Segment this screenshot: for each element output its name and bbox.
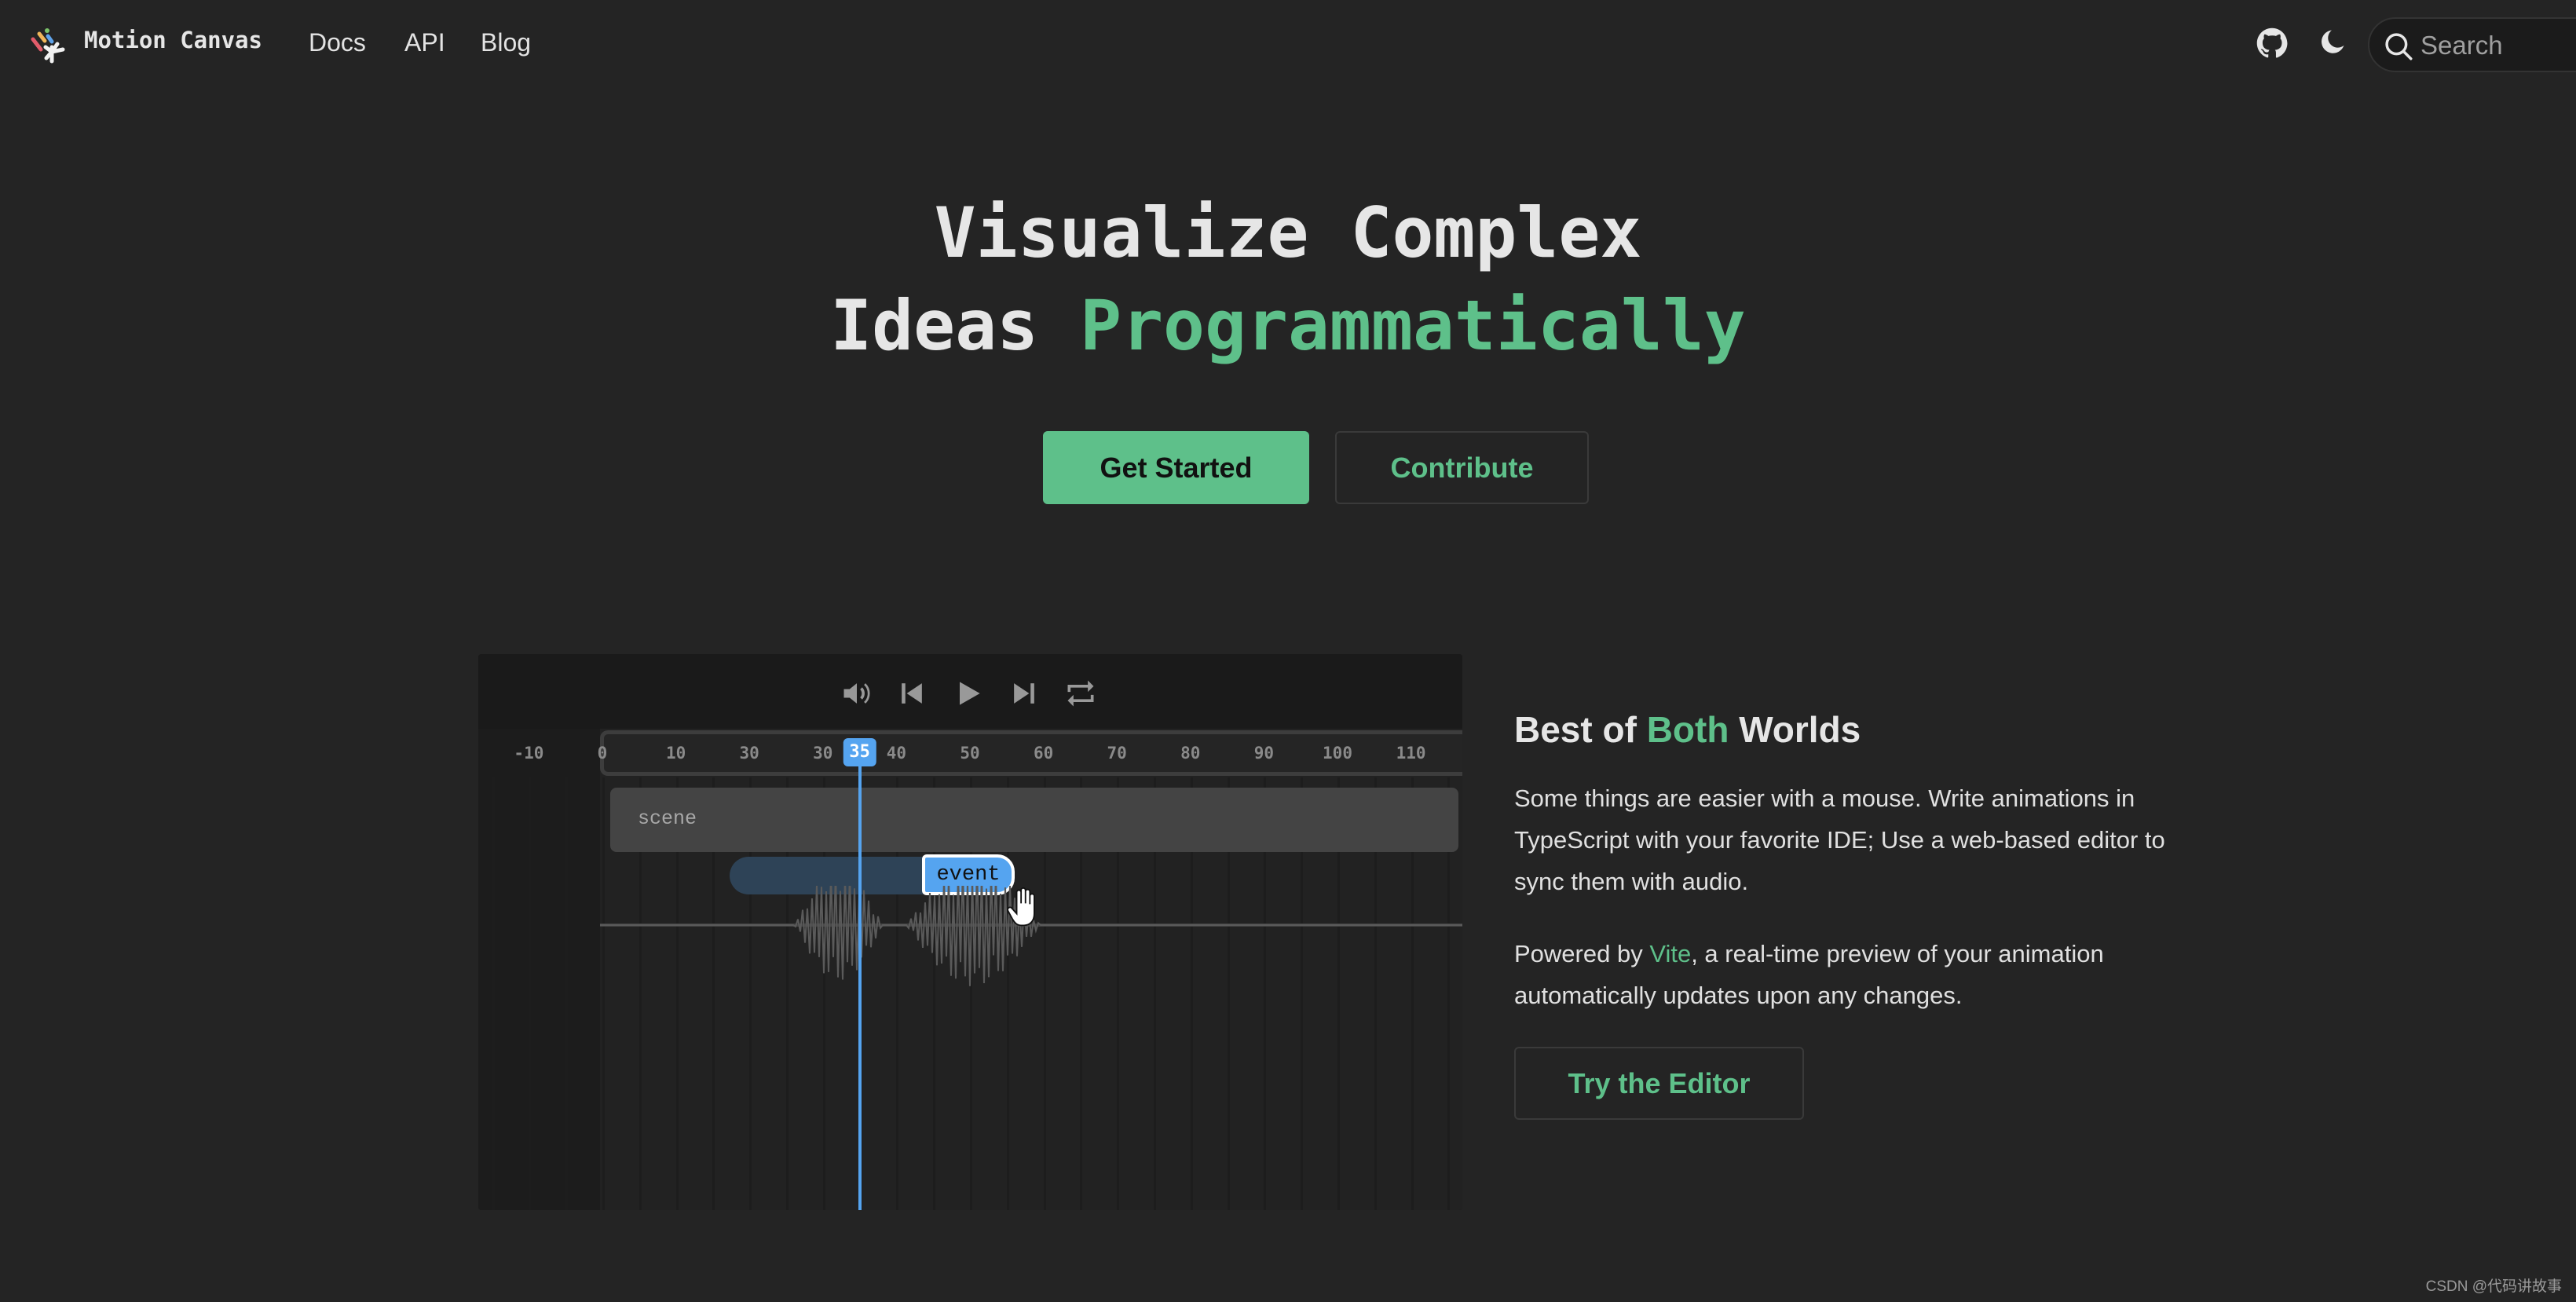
timeline[interactable]: -10 0 10 30 30 40 50 60 70 80 90 100 110 scene event… bbox=[478, 729, 1462, 1210]
ruler-tick-label: 70 bbox=[1107, 744, 1127, 763]
feature-title-post: Worlds bbox=[1729, 709, 1861, 750]
editor-demo: -10 0 10 30 30 40 50 60 70 80 90 100 110 scene event… bbox=[478, 654, 1462, 1210]
hero-title-accent: Programmatically bbox=[1080, 285, 1746, 366]
playhead-badge[interactable]: 35 bbox=[843, 738, 876, 766]
navbar: Motion Canvas Docs API Blog bbox=[0, 0, 2576, 88]
search-box[interactable] bbox=[2368, 17, 2576, 72]
scene-track[interactable]: scene bbox=[610, 788, 1458, 852]
search-icon bbox=[2385, 33, 2413, 60]
timeline-offset-area bbox=[478, 729, 600, 1210]
loop-icon[interactable] bbox=[1063, 676, 1098, 711]
grid-line bbox=[565, 777, 569, 1210]
volume-icon[interactable] bbox=[840, 676, 874, 711]
vite-text-pre: Powered by bbox=[1514, 940, 1650, 967]
ruler-tick-label: 30 bbox=[813, 744, 833, 763]
ruler-tick-label: 110 bbox=[1396, 744, 1426, 763]
ruler-tick-label: 40 bbox=[886, 744, 907, 763]
search-input[interactable] bbox=[2420, 27, 2576, 64]
try-editor-button[interactable]: Try the Editor bbox=[1514, 1047, 1804, 1120]
ruler-tick-label: 30 bbox=[739, 744, 759, 763]
playhead-line[interactable] bbox=[858, 766, 862, 1210]
feature-title-pre: Best of bbox=[1514, 709, 1647, 750]
nav-link-blog[interactable]: Blog bbox=[481, 28, 531, 57]
ruler-tick-label: 90 bbox=[1253, 744, 1275, 763]
scene-label: scene bbox=[638, 807, 697, 830]
timeline-ruler[interactable]: -10 0 10 30 30 40 50 60 70 80 90 100 110 bbox=[478, 729, 1462, 777]
ruler-tick-label: -10 bbox=[514, 744, 544, 763]
grid-line bbox=[529, 777, 532, 1210]
github-icon[interactable] bbox=[2255, 26, 2289, 60]
nav-link-docs[interactable]: Docs bbox=[309, 28, 366, 57]
feature-title: Best of Both Worlds bbox=[1514, 708, 1861, 751]
watermark: CSDN @代码讲故事 bbox=[2425, 1278, 2562, 1295]
skip-forward-icon[interactable] bbox=[1007, 676, 1041, 711]
feature-vite-description: Powered by Vite, a real-time preview of … bbox=[1514, 933, 2190, 1016]
dark-mode-icon[interactable] bbox=[2314, 26, 2348, 60]
get-started-button[interactable]: Get Started bbox=[1043, 431, 1309, 504]
play-icon[interactable] bbox=[951, 676, 986, 711]
ruler-tick-label: 100 bbox=[1323, 744, 1352, 763]
ruler-tick-label: 80 bbox=[1180, 744, 1201, 763]
grid-line bbox=[492, 777, 495, 1210]
contribute-button[interactable]: Contribute bbox=[1335, 431, 1589, 504]
hand-cursor-icon bbox=[1007, 887, 1035, 927]
ruler-tick-label: 10 bbox=[665, 744, 686, 763]
feature-description: Some things are easier with a mouse. Wri… bbox=[1514, 784, 2165, 895]
motion-canvas-logo-icon[interactable] bbox=[28, 24, 69, 64]
ruler-tick-label: 0 bbox=[597, 744, 608, 763]
playback-toolbar bbox=[478, 654, 1462, 729]
skip-back-icon[interactable] bbox=[895, 676, 929, 711]
hero-title-line2: Ideas bbox=[830, 285, 1081, 366]
brand-name[interactable]: Motion Canvas bbox=[84, 27, 262, 53]
vite-link[interactable]: Vite bbox=[1649, 940, 1691, 967]
nav-link-api[interactable]: API bbox=[404, 28, 445, 57]
feature-title-accent: Both bbox=[1646, 709, 1729, 750]
ruler-tick-label: 50 bbox=[960, 744, 980, 763]
hero-title: Visualize Complex Ideas Programmatically bbox=[0, 187, 2576, 372]
ruler-tick-label: 60 bbox=[1033, 744, 1054, 763]
hero-title-line1: Visualize Complex bbox=[934, 192, 1642, 273]
